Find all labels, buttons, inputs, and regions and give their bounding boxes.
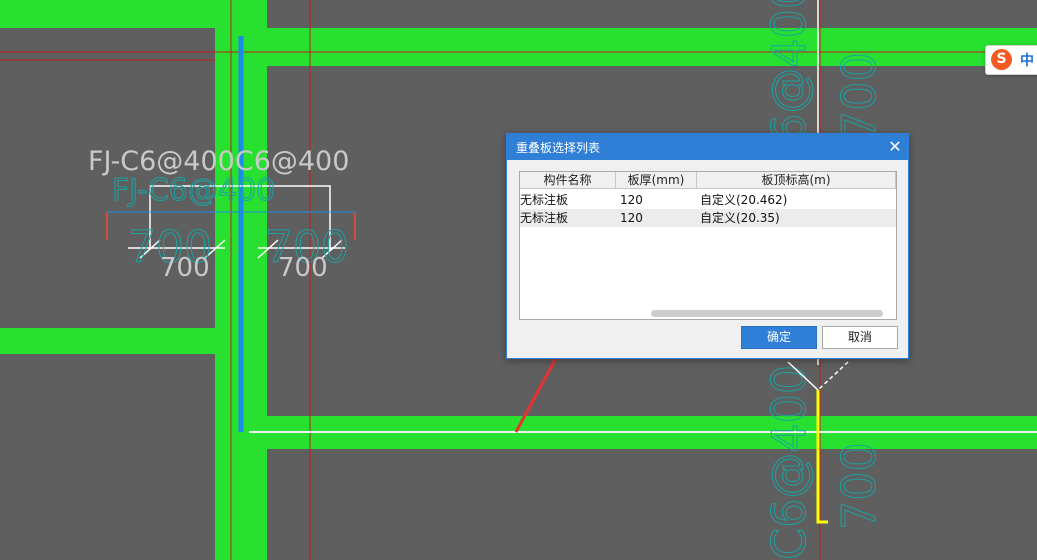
- right-dim-top: 700: [832, 52, 886, 140]
- dialog-title: 重叠板选择列表: [516, 141, 601, 155]
- slab-list: 构件名称 板厚(mm) 板顶标高(m) 无标注板 120 自定义(20.462)…: [519, 171, 897, 320]
- list-header: 构件名称 板厚(mm) 板顶标高(m): [520, 172, 896, 189]
- right-annotation-bottom: C6@400: [762, 365, 816, 560]
- cell-name: 无标注板: [520, 193, 569, 207]
- close-icon[interactable]: ✕: [885, 137, 905, 157]
- cell-elevation: 自定义(20.462): [700, 193, 788, 207]
- beam-mid-left: [0, 328, 215, 354]
- ok-button[interactable]: 确定: [741, 326, 817, 349]
- cancel-button[interactable]: 取消: [822, 326, 898, 349]
- table-row[interactable]: 无标注板 120 自定义(20.462): [520, 191, 896, 209]
- table-row[interactable]: 无标注板 120 自定义(20.35): [520, 209, 896, 227]
- beam-top-right: [267, 28, 1037, 66]
- cell-thickness: 120: [620, 193, 643, 207]
- column-header-thickness[interactable]: 板厚(mm): [616, 172, 697, 189]
- dim-label-left: 700: [160, 253, 210, 283]
- cell-thickness: 120: [620, 211, 643, 225]
- horizontal-scrollbar[interactable]: [651, 310, 883, 317]
- overlap-slab-select-dialog: 重叠板选择列表 ✕ 构件名称 板厚(mm) 板顶标高(m) 无标注板 120 自…: [506, 133, 909, 359]
- rebar-label-faded: FJ-C6@400: [112, 173, 275, 208]
- ime-mode-indicator[interactable]: 中: [1020, 50, 1034, 70]
- ime-status-bar[interactable]: S 中: [985, 45, 1037, 75]
- beam-top-left: [0, 0, 215, 28]
- right-dim-bottom: 700: [832, 442, 886, 530]
- cell-name: 无标注板: [520, 211, 569, 225]
- column-header-name[interactable]: 构件名称: [520, 172, 616, 189]
- dim-label-right: 700: [278, 253, 328, 283]
- dialog-titlebar[interactable]: 重叠板选择列表 ✕: [507, 134, 908, 160]
- column-header-elevation[interactable]: 板顶标高(m): [697, 172, 896, 189]
- ime-logo-icon: S: [991, 49, 1012, 70]
- cell-elevation: 自定义(20.35): [700, 211, 780, 225]
